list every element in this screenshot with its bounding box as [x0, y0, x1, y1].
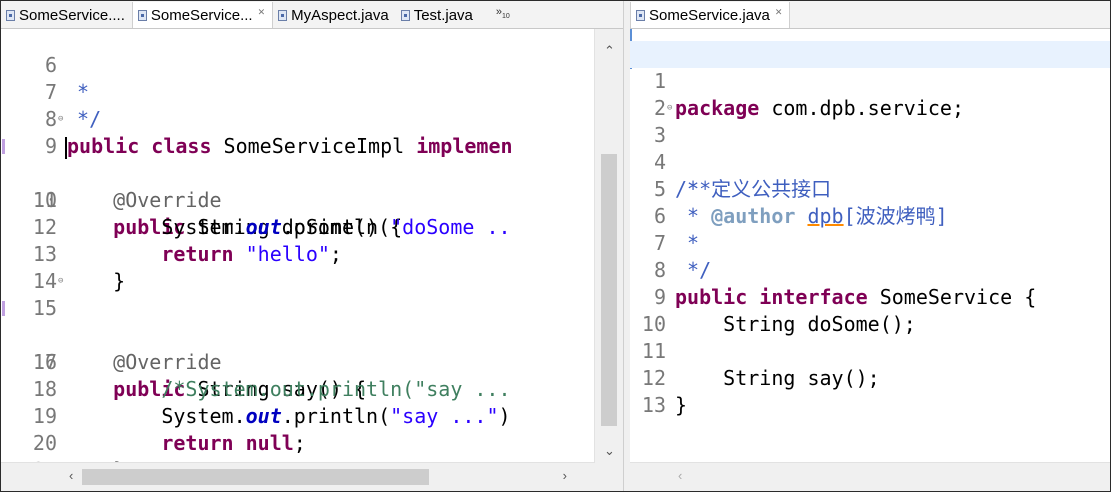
override-marker-icon [2, 139, 5, 154]
scrollbar-corner [595, 463, 623, 491]
code-line: 8 public interface SomeService { [630, 230, 1110, 309]
right-horizontal-scrollbar[interactable]: ‹ [630, 462, 1110, 491]
code-line: 14 [1, 241, 595, 293]
tab-label: SomeService... [150, 6, 253, 24]
code-line: 20 } [1, 403, 595, 463]
overflow-count: 10 [502, 13, 510, 20]
fold-toggle-icon[interactable]: ⊖ [58, 268, 63, 295]
fold-toggle-icon[interactable]: ⊖ [667, 95, 672, 122]
right-editor-pane: SomeService.java ✕ 1 package com.dpb.ser… [630, 1, 1110, 491]
code-line: 11 String say(); [630, 311, 1110, 390]
code-line: 13 } [1, 214, 595, 293]
tab-overflow-button[interactable]: »10 [496, 6, 510, 20]
horizontal-scroll-thumb[interactable] [82, 469, 429, 485]
code-line: 2 [630, 68, 1110, 120]
code-line: 17 /*System.out.println("say ... [1, 322, 595, 401]
left-horizontal-scrollbar[interactable]: ‹ › [1, 462, 595, 491]
code-line: 8 public class SomeServiceImpl implemen [1, 79, 595, 159]
java-file-icon [137, 9, 147, 21]
code-line: 7 */ [1, 52, 595, 131]
close-icon[interactable]: ✕ [775, 7, 783, 18]
chevron-left-icon[interactable]: ‹ [678, 468, 682, 483]
code-line: 15 ⊖ @Override [1, 268, 595, 374]
code-line: 21 } [1, 430, 595, 463]
chevron-left-icon[interactable]: ‹ [69, 468, 73, 483]
code-line: 4 * 定义公共接口 [630, 122, 1110, 201]
tab-test[interactable]: Test.java [396, 2, 480, 28]
code-line: 5 * @author dpb[波波烤鸭] [630, 149, 1110, 228]
code-line: 6 * [1, 29, 595, 104]
left-vertical-scrollbar[interactable]: ⌃ ⌄ [594, 29, 623, 463]
code-line: 10 public String doSome() { [1, 133, 595, 239]
vertical-scroll-thumb[interactable] [601, 154, 617, 426]
tab-label: SomeService.... [19, 6, 125, 24]
code-line: 6 * [630, 176, 1110, 255]
code-line: 16 public String say() { [1, 295, 595, 401]
chevron-right-icon[interactable]: › [563, 468, 567, 483]
close-icon[interactable]: ✕ [258, 7, 266, 18]
code-line: 1 package com.dpb.service; [630, 41, 1110, 120]
left-tab-bar: SomeService.... SomeService... ✕ MyAspec… [1, 1, 623, 29]
code-line: 9 ⊖ @Override [1, 106, 595, 212]
eclipse-workbench: SomeService.... SomeService... ✕ MyAspec… [0, 0, 1111, 492]
java-file-icon [636, 9, 645, 21]
code-line: 18 System.out.println("say ...") [1, 349, 595, 428]
code-line: 10 [630, 284, 1110, 336]
tab-label: MyAspect.java [291, 6, 389, 24]
code-line: 13 [630, 365, 1110, 417]
code-line: 12 return "hello"; [1, 187, 595, 266]
override-marker-icon [2, 301, 5, 316]
java-file-icon [400, 9, 410, 21]
code-line: 9 String doSome(); [630, 257, 1110, 336]
code-line: 12 } [630, 338, 1110, 417]
fold-toggle-icon[interactable]: ⊖ [58, 106, 63, 133]
tab-someservice-impl[interactable]: SomeService... ✕ [131, 2, 274, 28]
tab-someservice-interface[interactable]: SomeService.java ✕ [630, 2, 791, 28]
chevron-up-icon[interactable]: ⌃ [604, 43, 615, 59]
tab-someservice-1[interactable]: SomeService.... [1, 2, 132, 28]
right-tab-bar: SomeService.java ✕ [630, 1, 1110, 29]
code-line: 19 return null; [1, 376, 595, 455]
tab-myaspect[interactable]: MyAspect.java [273, 2, 396, 28]
code-line: 3 ⊖ /** [630, 95, 1110, 201]
tab-label: Test.java [413, 6, 473, 24]
left-code-editor[interactable]: 6 * 7 */ 8 public class SomeServiceImpl … [1, 29, 595, 463]
chevron-down-icon[interactable]: ⌄ [604, 443, 615, 459]
code-line: 7 */ [630, 203, 1110, 282]
java-file-icon [6, 9, 15, 21]
right-code-editor[interactable]: 1 package com.dpb.service; 2 3 ⊖ /** 4 *… [630, 29, 1110, 463]
code-line: 11 System.out.println("doSome .. [1, 160, 595, 239]
tab-label: SomeService.java [649, 6, 770, 24]
java-file-icon [278, 9, 288, 21]
line-number: 13 [641, 393, 666, 417]
left-editor-pane: SomeService.... SomeService... ✕ MyAspec… [1, 1, 623, 491]
